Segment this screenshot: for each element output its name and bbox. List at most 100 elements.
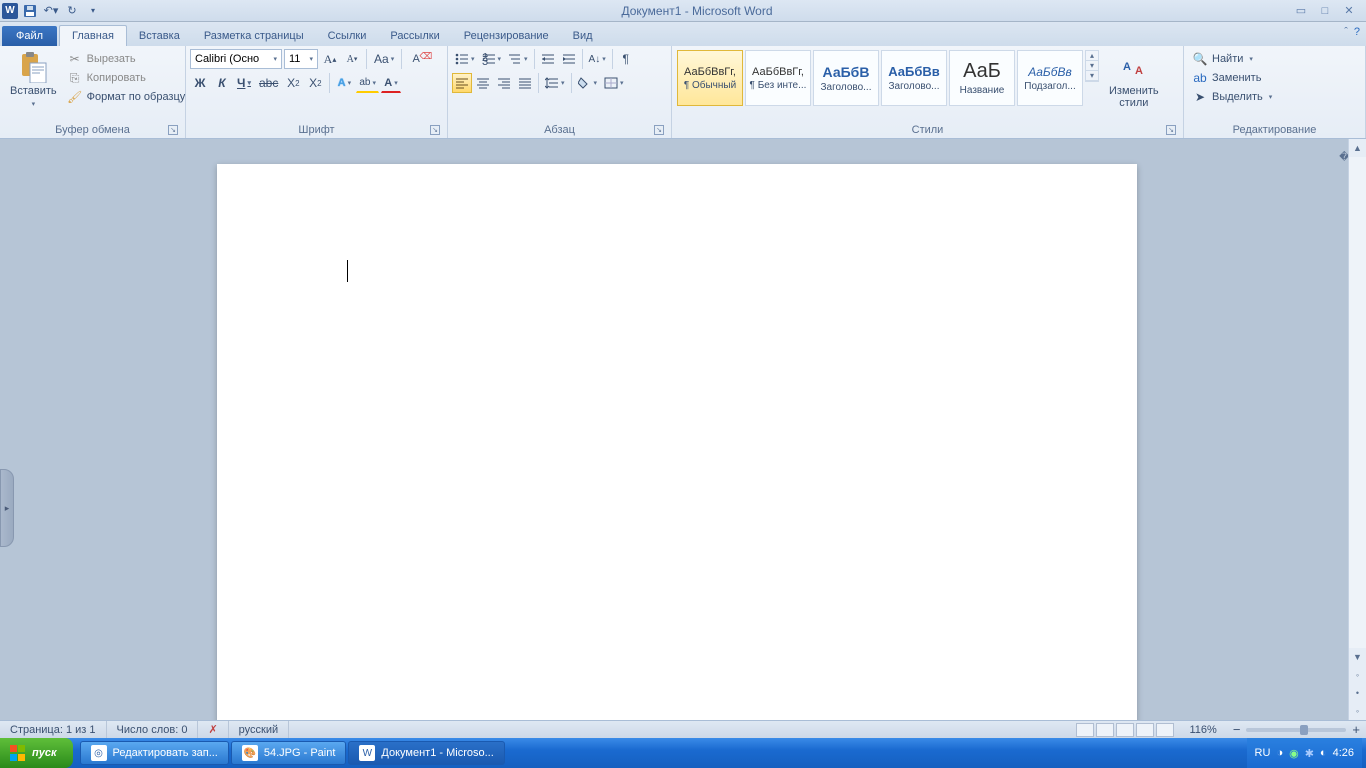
status-words[interactable]: Число слов: 0 <box>107 721 199 738</box>
increase-indent-button[interactable] <box>559 49 579 69</box>
zoom-level[interactable]: 116% <box>1179 721 1226 738</box>
taskbar-item-1[interactable]: 🎨54.JPG - Paint <box>231 741 347 765</box>
save-icon[interactable] <box>21 2 39 20</box>
style-item-4[interactable]: АаБНазвание <box>949 50 1015 106</box>
text-effects-button[interactable]: A <box>334 73 354 93</box>
style-item-5[interactable]: АаБбВвПодзагол... <box>1017 50 1083 106</box>
scroll-down-icon[interactable]: ▼ <box>1349 648 1366 666</box>
clear-formatting-button[interactable]: A⌫ <box>406 49 426 69</box>
tray-icon-4[interactable]: ◐ <box>1320 747 1327 759</box>
tab-page-layout[interactable]: Разметка страницы <box>192 26 316 46</box>
status-proofing[interactable]: ✗ <box>198 721 228 738</box>
superscript-button[interactable]: X2 <box>305 73 325 93</box>
status-language[interactable]: русский <box>229 721 289 738</box>
next-page-icon[interactable]: ◦ <box>1349 702 1366 720</box>
decrease-indent-button[interactable] <box>538 49 558 69</box>
zoom-slider[interactable] <box>1246 728 1346 732</box>
undo-icon[interactable]: ↶▾ <box>42 2 60 20</box>
style-item-2[interactable]: АаБбВЗаголово... <box>813 50 879 106</box>
borders-button[interactable] <box>601 73 627 93</box>
document-area[interactable]: ▸ <box>0 139 1348 720</box>
subscript-button[interactable]: X2 <box>283 73 303 93</box>
select-button[interactable]: ➤Выделить▾ <box>1190 88 1274 106</box>
status-page[interactable]: Страница: 1 из 1 <box>0 721 107 738</box>
maximize-icon[interactable]: □ <box>1316 4 1334 18</box>
sort-button[interactable]: A↓ <box>586 49 609 69</box>
change-styles-button[interactable]: AA Изменить стили <box>1103 49 1165 111</box>
strikethrough-button[interactable]: abc <box>256 73 281 93</box>
tray-lang[interactable]: RU <box>1255 747 1271 759</box>
cut-button[interactable]: ✂Вырезать <box>65 50 188 68</box>
minimize-icon[interactable]: ▭ <box>1292 4 1310 18</box>
page[interactable] <box>217 164 1137 720</box>
style-item-1[interactable]: АаБбВвГг,¶ Без инте... <box>745 50 811 106</box>
italic-button[interactable]: К <box>212 73 232 93</box>
style-item-0[interactable]: АаБбВвГг,¶ Обычный <box>677 50 743 106</box>
copy-button[interactable]: ⎘Копировать <box>65 69 188 87</box>
bullets-button[interactable] <box>452 49 478 69</box>
font-name-combo[interactable]: Calibri (Осно▾ <box>190 49 282 69</box>
browse-object-icon[interactable]: • <box>1349 684 1366 702</box>
start-button[interactable]: пуск <box>0 738 73 768</box>
grow-font-button[interactable]: A▴ <box>320 49 340 69</box>
multilevel-button[interactable] <box>505 49 531 69</box>
styles-more-icon[interactable]: ▾ <box>1086 71 1098 81</box>
highlight-button[interactable]: ab <box>356 73 379 93</box>
font-size-combo[interactable]: 11▾ <box>284 49 318 69</box>
tab-home[interactable]: Главная <box>59 25 127 46</box>
zoom-thumb[interactable] <box>1300 725 1308 735</box>
ribbon-minimize-icon[interactable]: ˆ <box>1344 26 1348 38</box>
styles-launcher-icon[interactable]: ↘ <box>1166 125 1176 135</box>
change-case-button[interactable]: Aa <box>371 49 397 69</box>
tray-icon-2[interactable]: ◉ <box>1289 747 1299 760</box>
zoom-in-button[interactable]: + <box>1352 722 1360 737</box>
scroll-track[interactable] <box>1349 157 1366 648</box>
tray-icon-1[interactable]: ◑ <box>1276 747 1283 759</box>
shading-button[interactable] <box>575 73 601 93</box>
close-icon[interactable]: ✕ <box>1340 4 1358 18</box>
qat-customize-icon[interactable]: ▾ <box>84 2 102 20</box>
scroll-up-icon[interactable]: ▲ <box>1349 139 1366 157</box>
justify-button[interactable] <box>515 73 535 93</box>
tray-icon-3[interactable]: ✱ <box>1305 747 1314 760</box>
scroll-up-icon[interactable]: ▴ <box>1086 51 1098 61</box>
scroll-down-icon[interactable]: ▾ <box>1086 61 1098 71</box>
clipboard-launcher-icon[interactable]: ↘ <box>168 125 178 135</box>
show-marks-button[interactable]: ¶ <box>616 49 636 69</box>
view-outline-button[interactable] <box>1136 723 1154 737</box>
tab-view[interactable]: Вид <box>561 26 605 46</box>
word-app-icon[interactable]: W <box>2 3 18 19</box>
line-spacing-button[interactable] <box>542 73 568 93</box>
view-draft-button[interactable] <box>1156 723 1174 737</box>
paste-button[interactable]: Вставить▾ <box>4 49 63 111</box>
align-right-button[interactable] <box>494 73 514 93</box>
style-item-3[interactable]: АаБбВвЗаголово... <box>881 50 947 106</box>
shrink-font-button[interactable]: A▾ <box>342 49 362 69</box>
redo-icon[interactable]: ↻ <box>63 2 81 20</box>
view-print-layout-button[interactable] <box>1076 723 1094 737</box>
taskbar-item-0[interactable]: ◎Редактировать зап... <box>80 741 229 765</box>
bold-button[interactable]: Ж <box>190 73 210 93</box>
tray-clock[interactable]: 4:26 <box>1333 747 1354 759</box>
help-icon[interactable]: ? <box>1354 26 1360 38</box>
view-web-button[interactable] <box>1116 723 1134 737</box>
align-left-button[interactable] <box>452 73 472 93</box>
styles-scroll[interactable]: ▴▾▾ <box>1085 50 1099 82</box>
align-center-button[interactable] <box>473 73 493 93</box>
font-launcher-icon[interactable]: ↘ <box>430 125 440 135</box>
underline-button[interactable]: Ч <box>234 73 254 93</box>
paragraph-launcher-icon[interactable]: ↘ <box>654 125 664 135</box>
tab-insert[interactable]: Вставка <box>127 26 192 46</box>
replace-button[interactable]: abЗаменить <box>1190 69 1274 87</box>
nav-handle[interactable]: ▸ <box>0 469 14 547</box>
taskbar-item-2[interactable]: WДокумент1 - Microso... <box>348 741 504 765</box>
tab-mailings[interactable]: Рассылки <box>378 26 451 46</box>
vertical-scrollbar[interactable]: ▲ ▼ ◦ • ◦ <box>1348 139 1366 720</box>
find-button[interactable]: 🔍Найти▾ <box>1190 50 1274 68</box>
font-color-button[interactable]: A <box>381 73 401 93</box>
view-full-screen-button[interactable] <box>1096 723 1114 737</box>
format-painter-button[interactable]: 🖌Формат по образцу <box>65 88 188 106</box>
prev-page-icon[interactable]: ◦ <box>1349 666 1366 684</box>
file-tab[interactable]: Файл <box>2 26 57 46</box>
numbering-button[interactable]: 123 <box>479 49 505 69</box>
